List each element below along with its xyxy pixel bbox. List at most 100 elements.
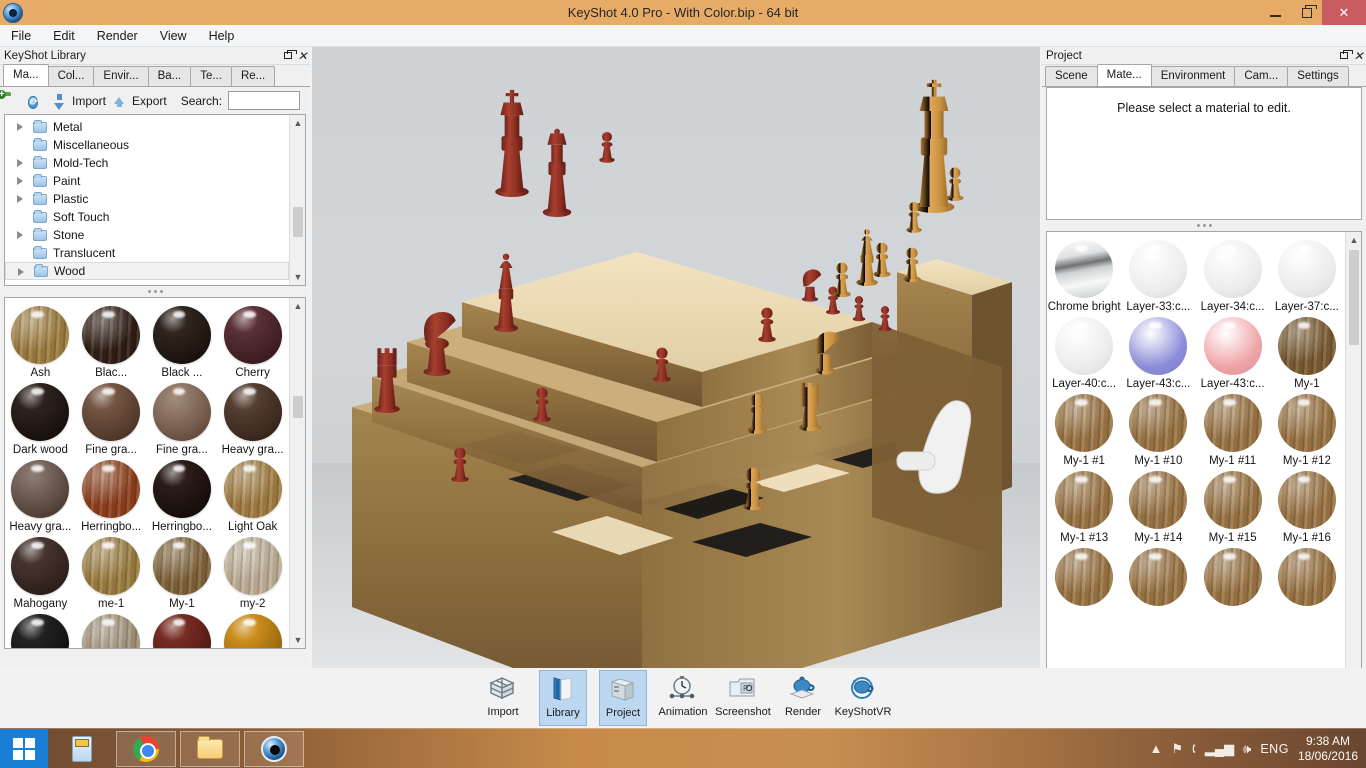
project-splitter-handle[interactable] xyxy=(1042,220,1366,231)
project-material-swatch[interactable] xyxy=(1277,471,1336,529)
project-material-swatch[interactable] xyxy=(1055,471,1114,529)
project-panel-restore-button[interactable] xyxy=(1336,48,1353,63)
project-material-swatch[interactable] xyxy=(1203,548,1262,606)
library-material-swatch[interactable] xyxy=(11,383,70,441)
keyshot-task[interactable] xyxy=(244,730,304,767)
library-material-cell[interactable]: Blac... xyxy=(76,302,147,379)
tree-item-wood[interactable]: Wood xyxy=(5,262,289,280)
import-icon[interactable] xyxy=(52,94,66,110)
tree-item-plastic[interactable]: Plastic xyxy=(5,190,289,208)
project-material-swatch[interactable] xyxy=(1129,548,1188,606)
expand-triangle-icon[interactable] xyxy=(17,231,23,239)
project-material-swatch[interactable] xyxy=(1055,548,1114,606)
scroll-down-icon[interactable]: ▼ xyxy=(290,269,305,285)
scroll-up-icon[interactable]: ▲ xyxy=(1346,232,1361,248)
toolbar-animation-button[interactable]: Animation xyxy=(659,670,707,726)
scroll-down-icon[interactable]: ▼ xyxy=(290,632,305,648)
project-material-cell[interactable]: Chrome bright xyxy=(1047,236,1121,313)
library-material-swatch[interactable] xyxy=(152,306,211,364)
menu-item-file[interactable]: File xyxy=(0,25,42,47)
library-material-swatch[interactable] xyxy=(223,614,282,648)
tree-item-stone[interactable]: Stone xyxy=(5,226,289,244)
library-material-cell[interactable] xyxy=(5,610,76,648)
library-material-swatch[interactable] xyxy=(82,460,141,518)
library-material-swatch[interactable] xyxy=(223,537,282,595)
project-material-cell[interactable] xyxy=(1121,544,1195,609)
library-material-swatch[interactable] xyxy=(82,306,141,364)
tree-item-soft-touch[interactable]: Soft Touch xyxy=(5,208,289,226)
project-material-cell[interactable]: My-1 #16 xyxy=(1270,467,1344,544)
library-splitter-handle[interactable] xyxy=(0,286,310,297)
library-material-cell[interactable]: Heavy gra... xyxy=(5,456,76,533)
library-material-cell[interactable] xyxy=(217,610,288,648)
material-grid-scrollbar[interactable]: ▲ ▼ xyxy=(289,298,305,648)
project-material-swatch[interactable] xyxy=(1203,240,1262,298)
scroll-up-icon[interactable]: ▲ xyxy=(290,115,305,131)
project-material-cell[interactable] xyxy=(1270,544,1344,609)
project-material-cell[interactable]: My-1 #13 xyxy=(1047,467,1121,544)
toolbar-render-button[interactable]: Render xyxy=(779,670,827,726)
project-material-cell[interactable] xyxy=(1196,544,1270,609)
library-material-cell[interactable]: Herringbo... xyxy=(76,456,147,533)
library-material-swatch[interactable] xyxy=(82,383,141,441)
clock[interactable]: 9:38 AM 18/06/2016 xyxy=(1298,734,1358,764)
library-material-cell[interactable]: my-2 xyxy=(217,533,288,610)
project-tab-3[interactable]: Cam... xyxy=(1234,66,1289,86)
expand-triangle-icon[interactable] xyxy=(17,195,23,203)
library-material-swatch[interactable] xyxy=(223,460,282,518)
project-tab-0[interactable]: Scene xyxy=(1045,66,1098,86)
library-panel-close-button[interactable]: ✕ xyxy=(295,48,310,63)
tree-item-translucent[interactable]: Translucent xyxy=(5,244,289,262)
menu-item-help[interactable]: Help xyxy=(198,25,246,47)
project-material-cell[interactable]: My-1 #1 xyxy=(1047,390,1121,467)
tree-item-mold-tech[interactable]: Mold-Tech xyxy=(5,154,289,172)
project-material-swatch[interactable] xyxy=(1129,317,1188,375)
project-material-swatch[interactable] xyxy=(1277,317,1336,375)
library-material-cell[interactable]: Ash xyxy=(5,302,76,379)
project-material-swatch[interactable] xyxy=(1129,471,1188,529)
library-material-swatch[interactable] xyxy=(11,537,70,595)
library-material-cell[interactable]: Fine gra... xyxy=(76,379,147,456)
network-icon[interactable]: 🕻 xyxy=(1192,741,1196,757)
project-grid-scrollbar[interactable]: ▲ ▼ xyxy=(1345,232,1361,685)
tree-scrollbar[interactable]: ▲ ▼ xyxy=(289,115,305,285)
project-tab-2[interactable]: Environment xyxy=(1150,66,1236,86)
project-material-cell[interactable]: Layer-37:c... xyxy=(1270,236,1344,313)
project-material-cell[interactable]: Layer-40:c... xyxy=(1047,313,1121,390)
library-material-cell[interactable]: Black ... xyxy=(147,302,218,379)
project-material-swatch[interactable] xyxy=(1055,394,1114,452)
project-material-cell[interactable]: Layer-43:c... xyxy=(1196,313,1270,390)
project-material-cell[interactable]: My-1 #10 xyxy=(1121,390,1195,467)
project-material-swatch[interactable] xyxy=(1277,394,1336,452)
library-tab-1[interactable]: Col... xyxy=(47,66,95,86)
library-material-swatch[interactable] xyxy=(152,614,211,648)
project-material-cell[interactable]: Layer-43:c... xyxy=(1121,313,1195,390)
library-material-cell[interactable]: Mahogany xyxy=(5,533,76,610)
library-material-cell[interactable] xyxy=(76,610,147,648)
toolbar-keyshotvr-button[interactable]: KeyShotVR xyxy=(835,670,891,726)
project-material-swatch[interactable] xyxy=(1055,317,1114,375)
calculator-task[interactable] xyxy=(52,731,112,767)
library-material-cell[interactable]: My-1 xyxy=(147,533,218,610)
maximize-button[interactable] xyxy=(1291,0,1322,25)
scroll-thumb[interactable] xyxy=(1349,250,1359,345)
menu-item-view[interactable]: View xyxy=(149,25,198,47)
project-material-swatch[interactable] xyxy=(1203,317,1262,375)
export-button[interactable]: Export xyxy=(132,94,167,108)
library-material-swatch[interactable] xyxy=(152,383,211,441)
library-tab-4[interactable]: Te... xyxy=(190,66,232,86)
library-material-swatch[interactable] xyxy=(152,537,211,595)
toolbar-screenshot-button[interactable]: P Screenshot xyxy=(715,670,771,726)
render-viewport[interactable] xyxy=(312,47,1040,668)
project-material-cell[interactable]: My-1 #14 xyxy=(1121,467,1195,544)
library-material-cell[interactable]: Light Oak xyxy=(217,456,288,533)
scroll-up-icon[interactable]: ▲ xyxy=(290,298,305,314)
expand-triangle-icon[interactable] xyxy=(17,159,23,167)
project-material-cell[interactable]: My-1 #15 xyxy=(1196,467,1270,544)
library-material-swatch[interactable] xyxy=(223,383,282,441)
project-material-swatch[interactable] xyxy=(1129,240,1188,298)
new-folder-icon[interactable] xyxy=(4,92,22,110)
project-tab-1[interactable]: Mate... xyxy=(1096,64,1152,86)
library-panel-restore-button[interactable] xyxy=(280,48,297,63)
expand-triangle-icon[interactable] xyxy=(17,177,23,185)
